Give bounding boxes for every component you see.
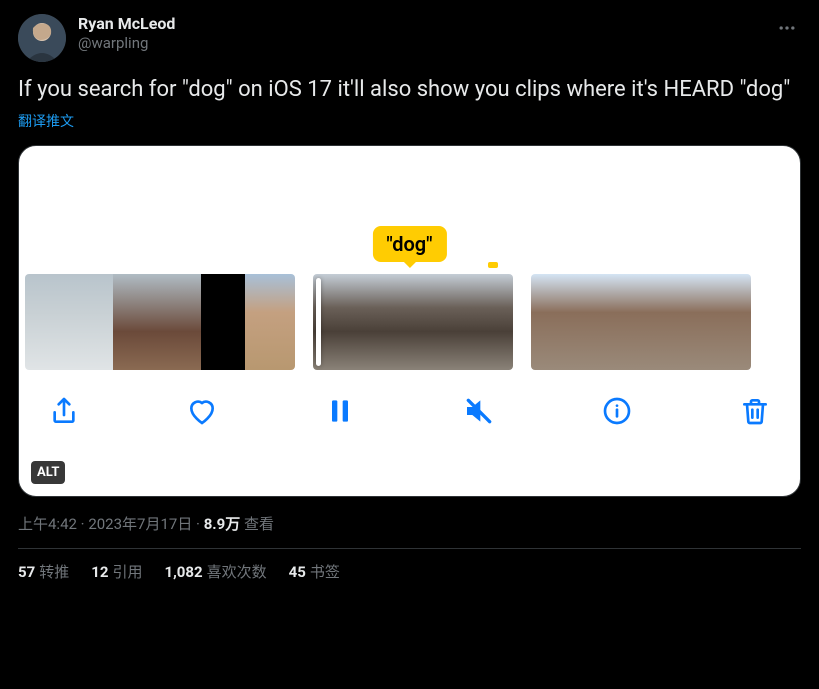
clip-thumbnail bbox=[69, 274, 113, 370]
tweet-text: If you search for "dog" on iOS 17 it'll … bbox=[18, 76, 801, 105]
clip-thumbnail bbox=[463, 274, 513, 370]
clip-thumbnail bbox=[575, 274, 619, 370]
info-icon[interactable] bbox=[600, 394, 634, 428]
clip-thumbnail bbox=[245, 274, 295, 370]
clip-group-1[interactable] bbox=[25, 274, 295, 370]
search-term-tooltip: "dog" bbox=[372, 226, 446, 262]
clip-thumbnail bbox=[201, 274, 245, 370]
tweet-container: Ryan McLeod @warpling If you search for … bbox=[0, 0, 819, 592]
pause-icon[interactable] bbox=[323, 394, 357, 428]
author-names: Ryan McLeod @warpling bbox=[78, 14, 175, 53]
tweet-meta: 上午4:42 · 2023年7月17日 · 8.9万 查看 bbox=[18, 513, 801, 534]
video-timeline bbox=[19, 274, 800, 370]
avatar[interactable] bbox=[18, 14, 66, 62]
more-icon[interactable] bbox=[773, 14, 801, 46]
media-toolbar bbox=[19, 370, 800, 448]
clip-group-2[interactable] bbox=[313, 274, 513, 370]
clip-thumbnail bbox=[113, 274, 157, 370]
clip-thumbnail bbox=[663, 274, 707, 370]
tooltip-text: "dog" bbox=[386, 232, 432, 256]
display-name[interactable]: Ryan McLeod bbox=[78, 14, 175, 34]
handle[interactable]: @warpling bbox=[78, 34, 175, 53]
clip-thumbnail bbox=[157, 274, 201, 370]
alt-badge[interactable]: ALT bbox=[31, 461, 65, 484]
audio-match-marker bbox=[488, 262, 498, 268]
divider bbox=[18, 548, 801, 549]
media-attachment[interactable]: "dog" bbox=[18, 145, 801, 497]
views-label: 查看 bbox=[240, 515, 274, 533]
clip-thumbnail bbox=[25, 274, 69, 370]
translate-link[interactable]: 翻译推文 bbox=[18, 111, 801, 131]
playhead-indicator[interactable] bbox=[316, 278, 321, 366]
views-count: 8.9万 bbox=[204, 515, 241, 533]
quotes-stat[interactable]: 12引用 bbox=[91, 561, 142, 582]
trash-icon[interactable] bbox=[738, 394, 772, 428]
clip-thumbnail bbox=[707, 274, 751, 370]
clip-group-3[interactable] bbox=[531, 274, 751, 370]
timestamp[interactable]: 上午4:42 bbox=[18, 515, 77, 533]
tweet-header: Ryan McLeod @warpling bbox=[18, 14, 801, 62]
clip-thumbnail bbox=[619, 274, 663, 370]
tweet-stats: 57转推 12引用 1,082喜欢次数 45书签 bbox=[18, 561, 801, 582]
retweets-stat[interactable]: 57转推 bbox=[18, 561, 69, 582]
clip-thumbnail bbox=[413, 274, 463, 370]
heart-icon[interactable] bbox=[185, 394, 219, 428]
likes-stat[interactable]: 1,082喜欢次数 bbox=[164, 561, 266, 582]
date[interactable]: 2023年7月17日 bbox=[88, 515, 192, 533]
clip-thumbnail bbox=[363, 274, 413, 370]
bookmarks-stat[interactable]: 45书签 bbox=[289, 561, 340, 582]
share-icon[interactable] bbox=[47, 394, 81, 428]
mute-icon[interactable] bbox=[462, 394, 496, 428]
clip-thumbnail bbox=[531, 274, 575, 370]
media-header-area: "dog" bbox=[19, 146, 800, 274]
